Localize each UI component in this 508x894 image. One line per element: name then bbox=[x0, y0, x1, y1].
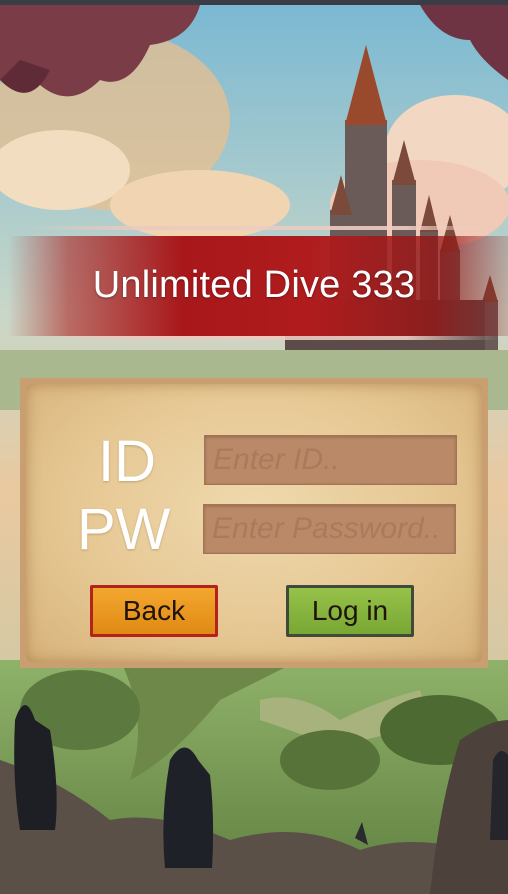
banner-top-line bbox=[30, 226, 500, 230]
password-input[interactable] bbox=[204, 505, 455, 553]
password-field-container bbox=[203, 504, 456, 554]
id-input[interactable] bbox=[205, 436, 456, 484]
back-button[interactable]: Back bbox=[90, 585, 218, 637]
window-top-strip bbox=[0, 0, 508, 5]
login-panel: ID PW Back Log in bbox=[20, 378, 488, 668]
pw-label: PW bbox=[77, 497, 171, 562]
banner-bottom-line bbox=[30, 336, 500, 340]
title-banner: Unlimited Dive 333 bbox=[0, 218, 508, 356]
id-field-container bbox=[204, 435, 457, 485]
login-button-label: Log in bbox=[311, 595, 389, 626]
login-button[interactable]: Log in bbox=[286, 585, 414, 637]
back-button-label: Back bbox=[122, 595, 186, 626]
app-title: Unlimited Dive 333 bbox=[92, 264, 416, 306]
id-label: ID bbox=[98, 429, 156, 494]
